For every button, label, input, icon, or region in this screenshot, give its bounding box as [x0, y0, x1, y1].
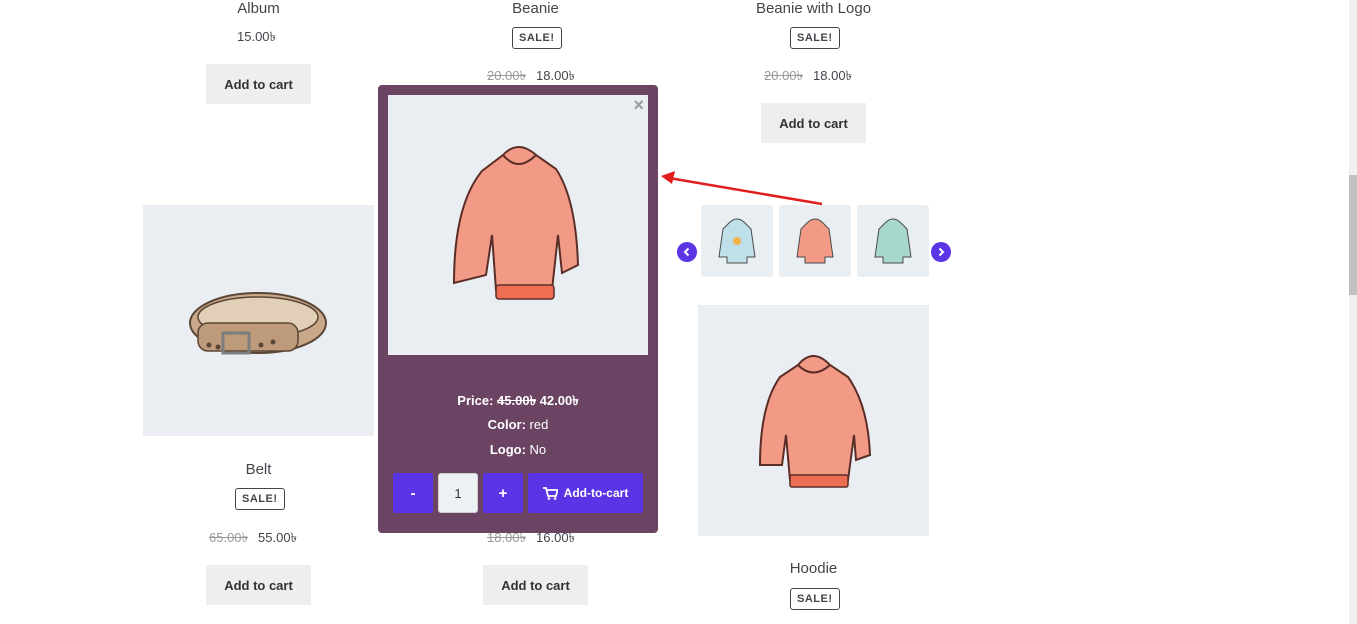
beanie-logo-current-price: 18.00৳: [813, 68, 853, 83]
popup-logo-label: Logo:: [489, 442, 526, 457]
album-add-to-cart-button[interactable]: Add to cart: [206, 64, 311, 104]
album-price: 15.00৳: [237, 29, 277, 44]
close-icon[interactable]: ×: [633, 95, 644, 116]
quantity-minus-button[interactable]: -: [393, 473, 433, 513]
cart-icon: [542, 486, 558, 500]
belt-add-to-cart-button[interactable]: Add to cart: [206, 565, 311, 605]
belt-image[interactable]: [143, 205, 374, 436]
beanie-sale-badge: SALE!: [512, 27, 562, 49]
hoodie-image[interactable]: [698, 305, 929, 536]
popup-product-image: ×: [388, 95, 648, 355]
quantity-plus-button[interactable]: +: [483, 473, 523, 513]
album-title[interactable]: Album: [143, 0, 374, 17]
beanie-logo-old-price: 20.00৳: [764, 68, 804, 83]
quantity-input[interactable]: 1: [438, 473, 478, 513]
thumbs-prev-button[interactable]: [677, 242, 697, 262]
beanie-logo-price: 20.00৳ 18.00৳: [764, 67, 852, 88]
popup-color-value: red: [529, 417, 549, 432]
thumbs-next-button[interactable]: [931, 242, 951, 262]
hoodie-blue-logo-image: [718, 218, 756, 264]
belt-old-price: 65.00৳: [209, 530, 249, 545]
popup-price-label: Price:: [457, 393, 494, 408]
popup-current-price: 42.00৳: [539, 393, 579, 408]
popup-add-to-cart-button[interactable]: Add-to-cart: [528, 473, 643, 513]
belt-price: 65.00৳ 55.00৳: [209, 529, 297, 550]
chevron-left-icon: [683, 247, 690, 257]
chevron-right-icon: [938, 247, 945, 257]
page-scrollbar[interactable]: [1349, 0, 1357, 624]
page-scrollbar-thumb[interactable]: [1349, 175, 1357, 295]
belt-current-price: 55.00৳: [258, 530, 298, 545]
popup-add-to-cart-label: Add-to-cart: [563, 486, 629, 500]
hoodie-red-image: [796, 218, 834, 264]
hoodie-icon: [758, 355, 872, 488]
beanie-title[interactable]: Beanie: [420, 0, 651, 17]
belt-icon: [189, 292, 327, 355]
beanie-logo-title[interactable]: Beanie with Logo: [698, 0, 929, 17]
hoodie-title[interactable]: Hoodie: [698, 560, 929, 577]
thumb-hoodie-logo[interactable]: [701, 205, 773, 277]
beanie-current-price: 18.00৳: [536, 68, 576, 83]
beanie-logo-add-to-cart-button[interactable]: Add to cart: [761, 103, 866, 143]
hoodie-sale-badge: SALE!: [790, 588, 840, 610]
popup-logo-value: No: [529, 442, 547, 457]
cap-add-to-cart-button[interactable]: Add to cart: [483, 565, 588, 605]
thumb-hoodie-green[interactable]: [857, 205, 929, 277]
thumb-hoodie-red[interactable]: [779, 205, 851, 277]
annotation-arrow: [661, 171, 823, 206]
popup-color-label: Color:: [487, 417, 526, 432]
popup-price-line: Price: 45.00৳ 42.00৳: [378, 392, 658, 413]
popup-color-line: Color: red: [378, 417, 658, 432]
quick-view-popup: × Price: 45.00৳ 42.00৳ Color: red Logo: …: [378, 85, 658, 533]
popup-old-price: 45.00৳: [497, 393, 537, 408]
popup-logo-line: Logo: No: [378, 442, 658, 457]
hoodie-green-image: [874, 218, 912, 264]
belt-sale-badge: SALE!: [235, 488, 285, 510]
hoodie-red-large-icon: [452, 146, 580, 300]
beanie-old-price: 20.00৳: [487, 68, 527, 83]
beanie-logo-sale-badge: SALE!: [790, 27, 840, 49]
belt-title[interactable]: Belt: [143, 461, 374, 478]
